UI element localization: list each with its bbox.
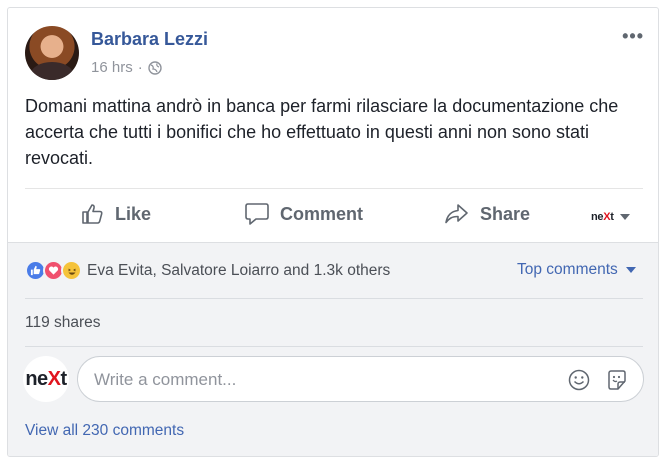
post-card: Barbara Lezzi 16 hrs · ••• Domani mattin… (7, 7, 659, 457)
share-label: Share (480, 203, 531, 224)
comment-sort-label: Top comments (517, 261, 618, 278)
sticker-icon[interactable] (605, 368, 629, 397)
comment-sort-dropdown[interactable]: Top comments (517, 261, 636, 279)
comment-button[interactable]: Comment (244, 202, 363, 226)
view-all-comments-link[interactable]: View all 230 comments (25, 422, 184, 440)
divider (25, 346, 643, 347)
share-arrow-icon (445, 204, 468, 224)
author-name[interactable]: Barbara Lezzi (91, 29, 208, 50)
globe-icon (148, 60, 162, 75)
share-button[interactable]: Share (444, 202, 530, 226)
haha-icon (61, 260, 82, 281)
divider (25, 188, 643, 189)
post-text: Domani mattina andrò in banca per farmi … (25, 96, 619, 168)
post-meta: 16 hrs · (91, 59, 162, 76)
author-avatar[interactable] (25, 26, 79, 80)
commenter-avatar-logo: neXt (25, 367, 67, 390)
like-button[interactable]: Like (81, 202, 151, 226)
page-selector-button[interactable]: neXt (591, 211, 630, 223)
comment-composer (77, 356, 644, 402)
chevron-down-icon (619, 214, 630, 220)
reaction-names: Eva Evita, Salvatore Loiarro and 1.3k ot… (87, 261, 391, 279)
page-selector-label: neXt (591, 211, 614, 223)
post-time[interactable]: 16 hrs (91, 59, 133, 76)
shares-count[interactable]: 119 shares (25, 314, 101, 332)
comment-input[interactable] (94, 367, 534, 393)
comment-label: Comment (280, 203, 364, 224)
emoji-icon[interactable] (567, 368, 591, 397)
action-bar: Like Comment Share neXt (8, 190, 658, 242)
chevron-down-icon (625, 267, 636, 273)
more-options-button[interactable]: ••• (622, 26, 644, 47)
comment-bubble-icon (245, 203, 269, 225)
like-label: Like (115, 203, 152, 224)
meta-separator: · (137, 59, 143, 76)
commenter-avatar: neXt (23, 356, 69, 402)
thumbs-up-icon (82, 204, 103, 224)
divider (25, 298, 643, 299)
reactions-summary[interactable]: Eva Evita, Salvatore Loiarro and 1.3k ot… (25, 260, 390, 281)
